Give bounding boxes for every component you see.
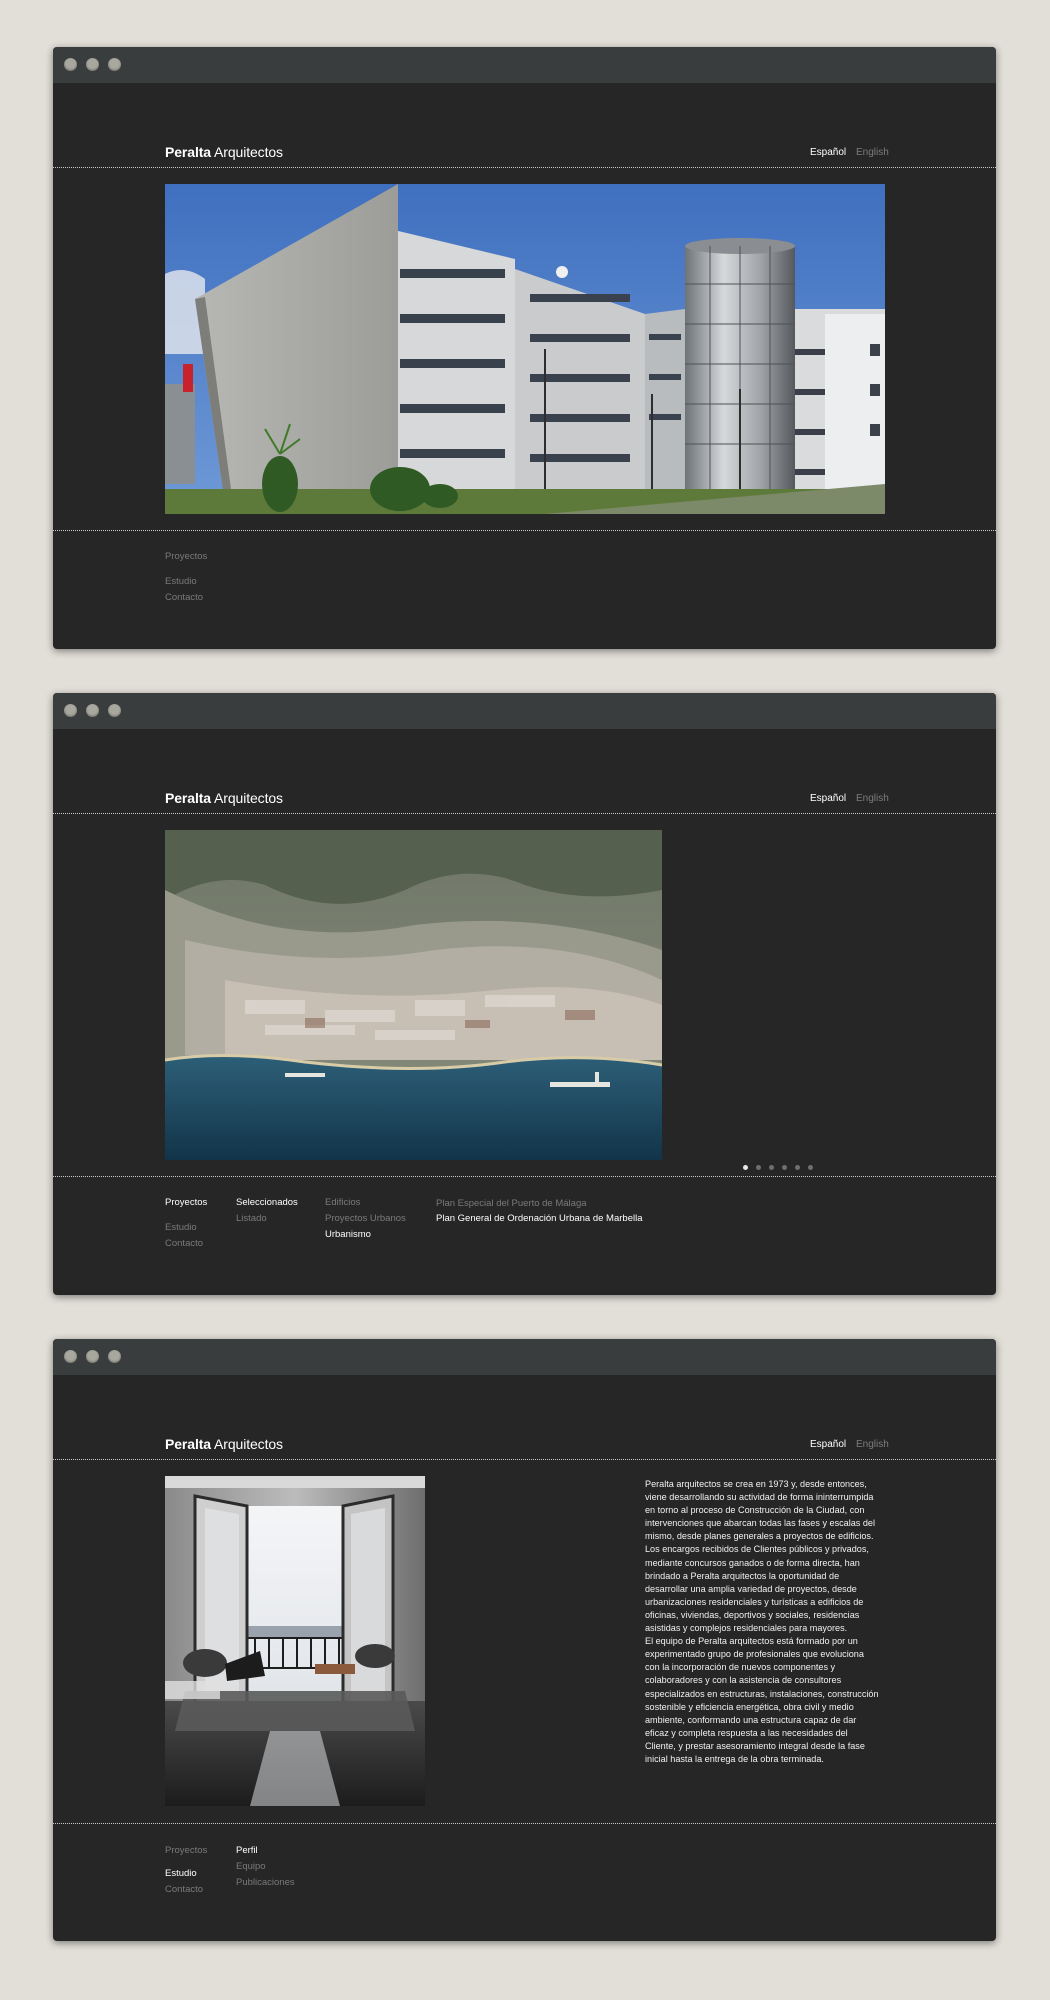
nav-proyectos[interactable]: Proyectos: [165, 1197, 207, 1208]
nav-contacto[interactable]: Contacto: [165, 1884, 203, 1895]
close-window-icon[interactable]: [64, 704, 77, 717]
minimize-window-icon[interactable]: [86, 704, 99, 717]
nav-edificios[interactable]: Edificios: [325, 1197, 360, 1208]
footer-divider: [53, 1176, 996, 1177]
nav-estudio[interactable]: Estudio: [165, 1222, 197, 1233]
header-divider: [53, 813, 996, 814]
lang-spanish-link[interactable]: Español: [810, 1439, 846, 1450]
slide-dot[interactable]: [808, 1165, 813, 1170]
logo-rest: Arquitectos: [211, 144, 283, 160]
site-logo[interactable]: Peralta Arquitectos: [165, 790, 283, 806]
bio-paragraph: Peralta arquitectos se crea en 1973 y, d…: [645, 1479, 876, 1542]
maximize-window-icon[interactable]: [108, 1350, 121, 1363]
studio-description: Peralta arquitectos se crea en 1973 y, d…: [645, 1478, 879, 1766]
header-divider: [53, 1459, 996, 1460]
logo-bold: Peralta: [165, 1436, 211, 1452]
browser-window-home: Peralta Arquitectos Español English Proy…: [53, 47, 996, 649]
hero-building-photo: [165, 184, 885, 514]
nav-proyectos[interactable]: Proyectos: [165, 551, 207, 562]
project-link-puerto-malaga[interactable]: Plan Especial del Puerto de Málaga: [436, 1198, 587, 1209]
bio-paragraph: Los encargos recibidos de Clientes públi…: [645, 1544, 869, 1634]
nav-estudio[interactable]: Estudio: [165, 1868, 197, 1879]
nav-publicaciones[interactable]: Publicaciones: [236, 1877, 295, 1888]
lang-spanish-link[interactable]: Español: [810, 147, 846, 158]
maximize-window-icon[interactable]: [108, 704, 121, 717]
slide-dot[interactable]: [795, 1165, 800, 1170]
logo-bold: Peralta: [165, 144, 211, 160]
nav-urbanismo[interactable]: Urbanismo: [325, 1229, 371, 1240]
browser-window-studio: Peralta Arquitectos Español English Pera…: [53, 1339, 996, 1941]
lang-english-link[interactable]: English: [856, 147, 889, 158]
project-link-pgou-marbella[interactable]: Plan General de Ordenación Urbana de Mar…: [436, 1213, 643, 1224]
lang-english-link[interactable]: English: [856, 1439, 889, 1450]
site-logo[interactable]: Peralta Arquitectos: [165, 144, 283, 160]
nav-estudio[interactable]: Estudio: [165, 576, 197, 587]
studio-interior-photo: [165, 1476, 425, 1806]
slide-dot[interactable]: [743, 1165, 748, 1170]
logo-rest: Arquitectos: [211, 1436, 283, 1452]
slide-dot[interactable]: [782, 1165, 787, 1170]
header-divider: [53, 167, 996, 168]
slide-dot[interactable]: [756, 1165, 761, 1170]
nav-proyectos-urbanos[interactable]: Proyectos Urbanos: [325, 1213, 406, 1224]
nav-contacto[interactable]: Contacto: [165, 592, 203, 603]
window-titlebar: [53, 693, 996, 729]
window-titlebar: [53, 47, 996, 83]
lang-english-link[interactable]: English: [856, 793, 889, 804]
nav-listado[interactable]: Listado: [236, 1213, 267, 1224]
slide-dot[interactable]: [769, 1165, 774, 1170]
logo-bold: Peralta: [165, 790, 211, 806]
close-window-icon[interactable]: [64, 58, 77, 71]
bio-paragraph: El equipo de Peralta arquitectos está fo…: [645, 1636, 879, 1764]
nav-proyectos[interactable]: Proyectos: [165, 1845, 207, 1856]
nav-perfil[interactable]: Perfil: [236, 1845, 258, 1856]
maximize-window-icon[interactable]: [108, 58, 121, 71]
nav-seleccionados[interactable]: Seleccionados: [236, 1197, 298, 1208]
minimize-window-icon[interactable]: [86, 1350, 99, 1363]
minimize-window-icon[interactable]: [86, 58, 99, 71]
window-titlebar: [53, 1339, 996, 1375]
logo-rest: Arquitectos: [211, 790, 283, 806]
browser-window-projects: Peralta Arquitectos Español English Proy…: [53, 693, 996, 1295]
footer-divider: [53, 1823, 996, 1824]
close-window-icon[interactable]: [64, 1350, 77, 1363]
nav-equipo[interactable]: Equipo: [236, 1861, 266, 1872]
site-logo[interactable]: Peralta Arquitectos: [165, 1436, 283, 1452]
nav-contacto[interactable]: Contacto: [165, 1238, 203, 1249]
aerial-city-photo: [165, 830, 662, 1160]
lang-spanish-link[interactable]: Español: [810, 793, 846, 804]
footer-divider: [53, 530, 996, 531]
